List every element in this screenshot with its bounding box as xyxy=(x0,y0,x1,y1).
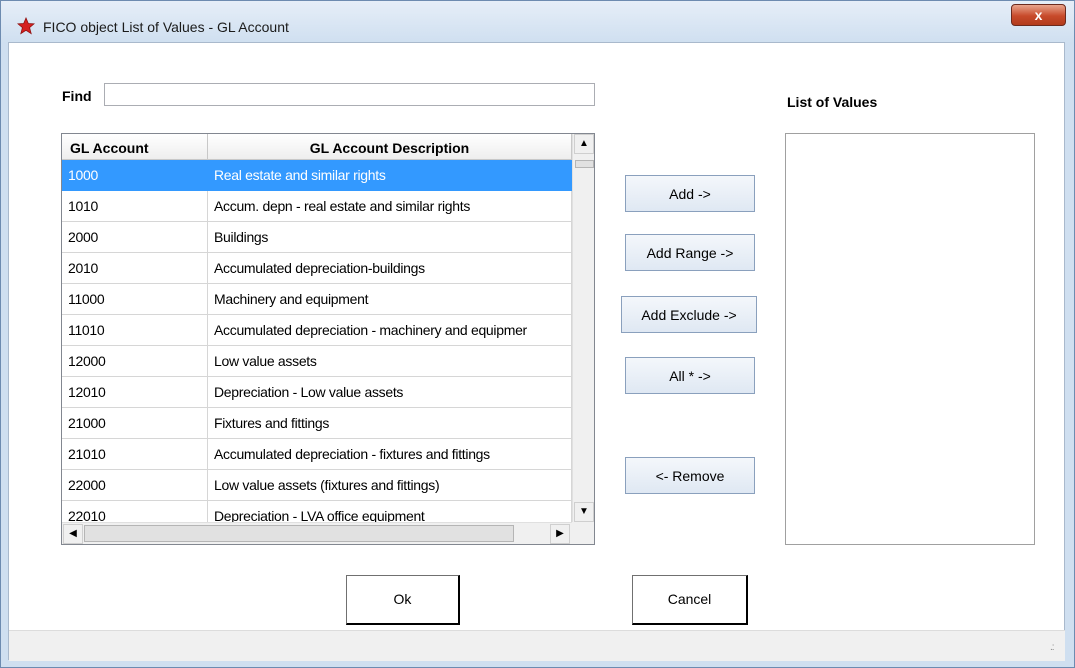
table-row[interactable]: 12000 Low value assets xyxy=(62,346,572,377)
description-cell[interactable]: Accum. depn - real estate and similar ri… xyxy=(208,191,572,222)
close-icon: x xyxy=(1034,7,1043,23)
description-cell[interactable]: Real estate and similar rights xyxy=(208,160,572,191)
column-header-description[interactable]: GL Account Description xyxy=(208,134,572,160)
description-cell[interactable]: Accumulated depreciation-buildings xyxy=(208,253,572,284)
table-row[interactable]: 2010 Accumulated depreciation-buildings xyxy=(62,253,572,284)
horizontal-scrollbar[interactable]: ◀ ▶ xyxy=(62,522,572,544)
description-cell[interactable]: Accumulated depreciation - fixtures and … xyxy=(208,439,572,470)
vertical-scroll-thumb[interactable] xyxy=(575,160,594,168)
add-button[interactable]: Add -> xyxy=(625,175,755,212)
grid-header: GL Account GL Account Description xyxy=(62,134,572,160)
all-button[interactable]: All * -> xyxy=(625,357,755,394)
table-row[interactable]: 1010 Accum. depn - real estate and simila… xyxy=(62,191,572,222)
table-row[interactable]: 11000 Machinery and equipment xyxy=(62,284,572,315)
gl-account-cell[interactable]: 12000 xyxy=(62,346,208,377)
gl-account-cell[interactable]: 1010 xyxy=(62,191,208,222)
ok-button[interactable]: Ok xyxy=(346,575,460,625)
cancel-button[interactable]: Cancel xyxy=(632,575,748,625)
scroll-left-icon[interactable]: ◀ xyxy=(63,524,83,544)
description-cell[interactable]: Fixtures and fittings xyxy=(208,408,572,439)
gl-account-cell[interactable]: 11010 xyxy=(62,315,208,346)
horizontal-scroll-thumb[interactable] xyxy=(84,525,514,542)
table-row[interactable]: 22000 Low value assets (fixtures and fitt… xyxy=(62,470,572,501)
gl-account-cell[interactable]: 2010 xyxy=(62,253,208,284)
description-cell[interactable]: Low value assets (fixtures and fittings) xyxy=(208,470,572,501)
add-range-button[interactable]: Add Range -> xyxy=(625,234,755,271)
gl-account-cell[interactable]: 12010 xyxy=(62,377,208,408)
description-cell[interactable]: Accumulated depreciation - machinery and… xyxy=(208,315,572,346)
title-bar[interactable]: FICO object List of Values - GL Account … xyxy=(1,1,1074,43)
scroll-corner xyxy=(572,522,594,544)
resize-grip-icon[interactable]: .: xyxy=(1050,642,1054,653)
table-row[interactable]: 12010 Depreciation - Low value assets xyxy=(62,377,572,408)
status-bar xyxy=(9,630,1065,661)
description-cell[interactable]: Low value assets xyxy=(208,346,572,377)
table-row[interactable]: 21010 Accumulated depreciation - fixtures… xyxy=(62,439,572,470)
find-label: Find xyxy=(62,88,92,104)
list-of-values-label: List of Values xyxy=(787,94,878,110)
list-of-values-box[interactable] xyxy=(785,133,1035,545)
close-button[interactable]: x xyxy=(1011,4,1066,26)
scroll-down-icon[interactable]: ▼ xyxy=(574,502,594,522)
table-row[interactable]: 1000 Real estate and similar rights xyxy=(62,160,572,191)
description-cell[interactable]: Depreciation - Low value assets xyxy=(208,377,572,408)
gl-account-cell[interactable]: 11000 xyxy=(62,284,208,315)
gl-account-cell[interactable]: 21000 xyxy=(62,408,208,439)
table-row[interactable]: 2000 Buildings xyxy=(62,222,572,253)
description-cell[interactable]: Buildings xyxy=(208,222,572,253)
scroll-right-icon[interactable]: ▶ xyxy=(550,524,570,544)
table-row[interactable]: 21000 Fixtures and fittings xyxy=(62,408,572,439)
window-title: FICO object List of Values - GL Account xyxy=(43,19,289,35)
gl-account-cell[interactable]: 2000 xyxy=(62,222,208,253)
remove-button[interactable]: <- Remove xyxy=(625,457,755,494)
column-header-gl-account[interactable]: GL Account xyxy=(62,134,208,160)
scroll-up-icon[interactable]: ▲ xyxy=(574,134,594,154)
description-cell[interactable]: Machinery and equipment xyxy=(208,284,572,315)
find-input[interactable] xyxy=(104,83,595,106)
gl-account-cell[interactable]: 1000 xyxy=(62,160,208,191)
red-star-icon xyxy=(17,17,35,35)
gl-account-cell[interactable]: 21010 xyxy=(62,439,208,470)
gl-account-grid[interactable]: GL Account GL Account Description 1000 Re… xyxy=(61,133,595,545)
add-exclude-button[interactable]: Add Exclude -> xyxy=(621,296,757,333)
table-row[interactable]: 11010 Accumulated depreciation - machiner… xyxy=(62,315,572,346)
gl-account-cell[interactable]: 22000 xyxy=(62,470,208,501)
vertical-scrollbar[interactable]: ▲ ▼ xyxy=(572,134,594,522)
